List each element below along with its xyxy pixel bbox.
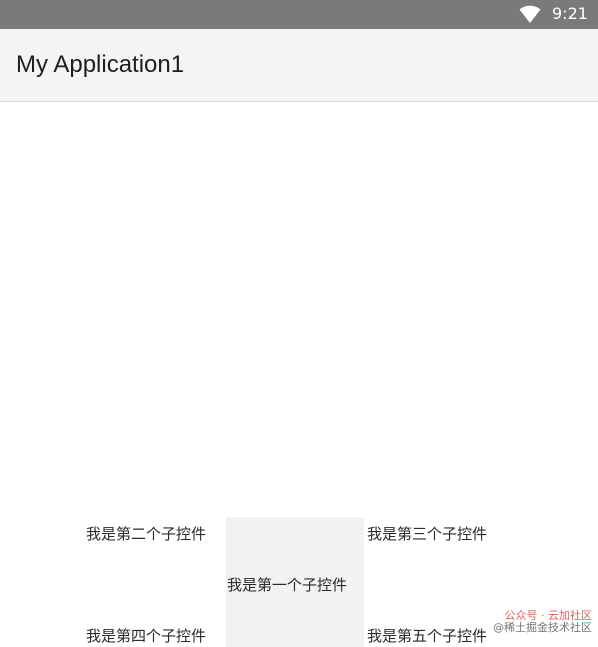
app-bar: My Application1 — [0, 29, 598, 102]
status-bar: 9:21 — [0, 0, 598, 29]
first-child-label: 我是第一个子控件 — [227, 576, 348, 594]
wifi-icon — [519, 5, 541, 23]
android-screen: 9:21 My Application1 我是第二个子控件 我是第三个子控件 我… — [0, 0, 598, 647]
fifth-child-label: 我是第五个子控件 — [367, 627, 488, 645]
third-child-label: 我是第三个子控件 — [367, 525, 488, 543]
app-title: My Application1 — [16, 51, 185, 78]
fourth-child-label: 我是第四个子控件 — [86, 627, 207, 645]
status-time: 9:21 — [552, 4, 588, 23]
watermark-line-2: @稀土掘金技术社区 — [493, 621, 592, 634]
second-child-label: 我是第二个子控件 — [86, 525, 207, 543]
